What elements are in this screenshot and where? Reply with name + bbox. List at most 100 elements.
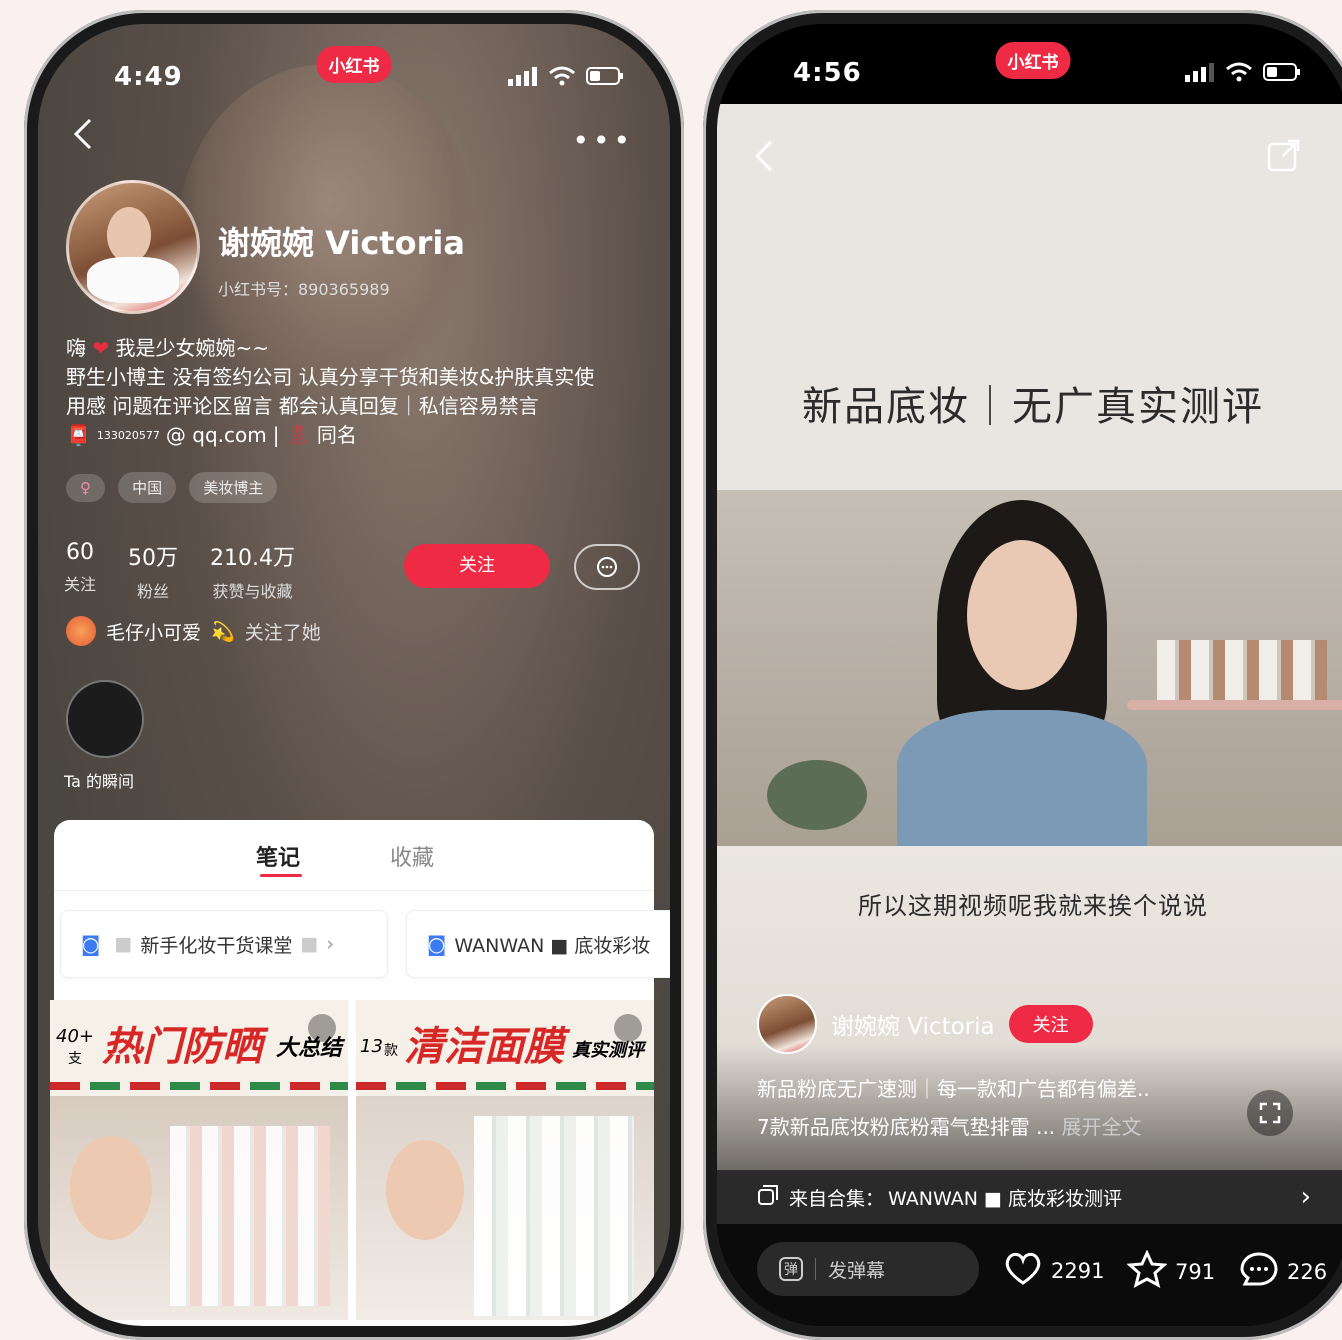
video-title: 新品底妆｜无广真实测评 <box>802 384 1264 430</box>
collection-icon <box>757 1184 779 1211</box>
bio-intro: 我是少女婉婉~~ <box>115 336 269 360</box>
divider <box>815 1258 816 1280</box>
danmaku-placeholder: 发弹幕 <box>828 1259 886 1282</box>
tab-bar: 笔记 收藏 <box>54 820 654 891</box>
like-count: 2291 <box>1051 1258 1105 1283</box>
plant <box>767 760 867 830</box>
author-name[interactable]: 谢婉婉 Victoria <box>831 1007 995 1041</box>
video-screen: 小红书 4:56 新品底妆｜无广真实测评 所以这期视频呢我就来挨个说说 谢婉婉 … <box>717 24 1342 1326</box>
card-num: 40+ <box>56 1026 94 1047</box>
video-frame[interactable] <box>717 490 1342 850</box>
moments-label: Ta 的瞬间 <box>64 772 135 791</box>
card-unit: 支 <box>68 1051 82 1067</box>
card-header: 13 款 清洁面膜 真实测评 <box>356 1000 654 1096</box>
star-icon <box>1126 1249 1168 1293</box>
likes-count: 210.4万 <box>210 546 295 571</box>
square-icon: ■ <box>300 933 319 955</box>
card-stripe <box>356 1082 654 1090</box>
more-icon[interactable]: ••• <box>572 124 634 157</box>
expand-link[interactable]: 展开全文 <box>1062 1115 1142 1139</box>
note-card-1[interactable]: 40+ 支 热门防晒 大总结 <box>50 1000 348 1320</box>
note-card-2[interactable]: 13 款 清洁面膜 真实测评 <box>356 1000 654 1320</box>
bio-line-3: 用感 问题在评论区留言 都会认真回复｜私信容易禁言 <box>66 394 539 418</box>
comment-button[interactable]: 226 <box>1239 1250 1327 1293</box>
video-subtitle: 所以这期视频呢我就来挨个说说 <box>858 892 1208 920</box>
back-icon[interactable] <box>72 116 96 162</box>
signal-icon <box>508 66 538 90</box>
author-avatar[interactable] <box>757 994 817 1054</box>
likes-stat[interactable]: 210.4万 获赞与收藏 <box>210 540 295 602</box>
gender-tag: ♀ <box>66 474 105 502</box>
tab-collections[interactable]: 收藏 <box>390 840 434 872</box>
card-image <box>356 1096 654 1320</box>
status-time: 4:56 <box>793 58 862 88</box>
card-stripe <box>50 1082 348 1090</box>
moments-circle[interactable] <box>66 680 144 758</box>
collection-icon: ◙ <box>81 932 101 956</box>
battery-icon <box>1263 62 1301 86</box>
fullscreen-icon <box>1259 1102 1281 1128</box>
followed-by-row[interactable]: 毛仔小可爱 💫 关注了她 <box>66 616 321 646</box>
status-bar: 4:56 <box>717 52 1342 92</box>
follow-button[interactable]: 关注 <box>404 544 550 588</box>
collection-prefix: 来自合集： <box>789 1187 885 1210</box>
status-time: 4:49 <box>114 62 183 92</box>
card-num: 13 <box>360 1036 383 1057</box>
back-icon[interactable] <box>753 138 777 184</box>
card-header: 40+ 支 热门防晒 大总结 <box>50 1000 348 1096</box>
fullscreen-button[interactable] <box>1247 1090 1293 1136</box>
following-stat[interactable]: 60 关注 <box>64 540 96 595</box>
tab-notes[interactable]: 笔记 <box>256 840 300 872</box>
video-description: 新品粉底无广速测｜每一款和广告都有偏差.. 7款新品底妆粉底粉霜气垫排雷 ...… <box>757 1070 1150 1146</box>
profile-bio: 嗨 ❤ 我是少女婉婉~~ 野生小博主 没有签约公司 认真分享干货和美妆&护肤真实… <box>66 334 656 450</box>
contact-same-name: 同名 <box>316 423 357 447</box>
share-icon[interactable] <box>1267 138 1301 176</box>
right-phone: 小红书 4:56 新品底妆｜无广真实测评 所以这期视频呢我就来挨个说说 谢婉婉 … <box>703 10 1342 1340</box>
desc-line-2: 7款新品底妆粉底粉霜气垫排雷 ... <box>757 1115 1056 1139</box>
left-phone: 小红书 4:49 ••• 谢婉婉 Victoria 小红书号：890365989… <box>24 10 684 1340</box>
like-button[interactable]: 2291 <box>1003 1250 1104 1291</box>
desc-line-1: 新品粉底无广速测｜每一款和广告都有偏差.. <box>757 1077 1150 1101</box>
contact-divider: | <box>272 423 280 447</box>
signal-icon <box>1185 62 1215 86</box>
products <box>1157 640 1327 700</box>
profile-screen: 小红书 4:49 ••• 谢婉婉 Victoria 小红书号：890365989… <box>38 24 670 1326</box>
card-title: 清洁面膜 <box>404 1024 564 1070</box>
card-image <box>50 1096 348 1320</box>
follower-avatar <box>66 616 96 646</box>
following-count: 60 <box>66 540 94 565</box>
danmaku-input[interactable]: 弹 发弹幕 <box>757 1242 979 1296</box>
following-label: 关注 <box>64 575 97 594</box>
status-bar: 4:49 <box>38 56 670 96</box>
profile-name: 谢婉婉 Victoria <box>218 224 465 262</box>
video-title-area: 新品底妆｜无广真实测评 <box>717 104 1342 490</box>
follow-button[interactable]: 关注 <box>1008 1005 1093 1043</box>
bio-line-2: 野生小博主 没有签约公司 认真分享干货和美妆&护肤真实使 <box>66 365 595 389</box>
collection-chip-2[interactable]: ◙ WANWAN ■ 底妆彩妆 <box>406 910 670 978</box>
tab-indicator <box>260 874 302 877</box>
contact-number: 133020577 <box>96 429 160 442</box>
heart-icon: ❤ <box>92 336 110 360</box>
square-icon: ■ <box>114 933 133 955</box>
collection-icon: ◙ <box>427 932 447 956</box>
card-title: 热门防晒 <box>102 1024 262 1070</box>
collection-chip-1[interactable]: ◙ ■ 新手化妆干货课堂 ■ › <box>60 910 388 978</box>
wifi-icon <box>1225 62 1253 86</box>
star-count: 791 <box>1175 1259 1216 1284</box>
avatar[interactable] <box>66 180 200 314</box>
star-button[interactable]: 791 <box>1126 1249 1216 1293</box>
likes-label: 获赞与收藏 <box>212 582 293 601</box>
collection-label-1: 新手化妆干货课堂 <box>140 934 293 957</box>
card-unit: 款 <box>384 1043 398 1059</box>
message-button[interactable] <box>574 544 640 590</box>
collection-name: WANWAN ■ 底妆彩妆测评 <box>888 1187 1122 1210</box>
tag-list: ♀ 中国 美妆博主 <box>66 472 285 503</box>
battery-icon <box>586 66 624 90</box>
video-icon <box>308 1014 336 1042</box>
collection-bar[interactable]: 来自合集： WANWAN ■ 底妆彩妆测评 › <box>717 1170 1342 1224</box>
collection-label-2: WANWAN ■ 底妆彩妆 <box>454 934 651 957</box>
follower-name: 毛仔小可爱 <box>106 621 202 644</box>
followers-label: 粉丝 <box>136 582 169 601</box>
followers-stat[interactable]: 50万 粉丝 <box>128 540 178 602</box>
followers-count: 50万 <box>128 546 178 571</box>
